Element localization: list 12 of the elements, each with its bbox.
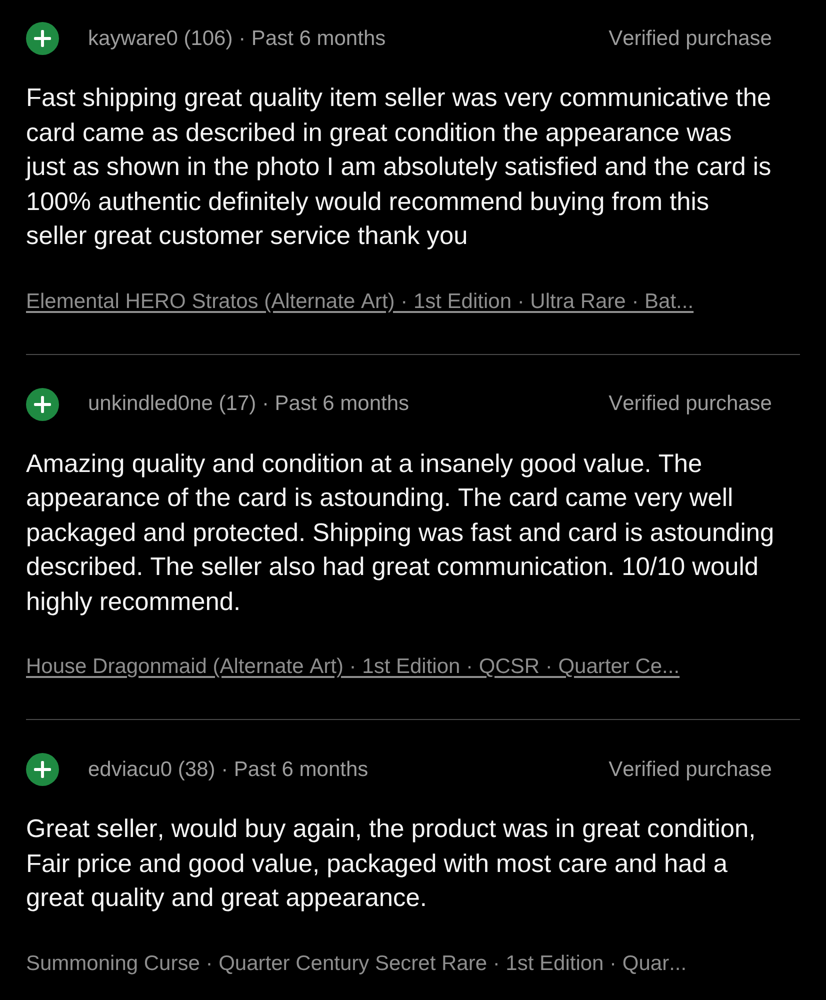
review-text: Amazing quality and condition at a insanely good value. The appearance of the card is astounding. The card came very well packaged and protected. Shipping was fast and card is astounding described. The seller also had great communication. 10/10 would highly recommend. [26,448,776,618]
reviewer-info: edviacu0 (38) · Past 6 months [88,758,370,782]
item-link[interactable]: House Dragonmaid (Alternate Art) · 1st Edition · QCSR · Quarter Ce... [26,654,680,680]
reviewer-info: kayware0 (106) · Past 6 months [88,26,387,50]
verified-purchase-label: Verified purchase [608,392,772,416]
verified-purchase-label: Verified purchase [608,758,772,782]
review-text: Great seller, would buy again, the product was in great condition, Fair price and good value, packaged with most care and had a great quality and great appearance. [26,814,757,914]
review-text: Fast shipping great quality item seller was very communicative the card came as described in great condition the appearance was just as shown in the photo I am absolutely satisfied and the card is 100% authentic definitely would recommend buying from this seller great customer service thank you [26,83,772,252]
item-description: Summoning Curse · Quarter Century Secret Rare · 1st Edition · Quar... [26,950,687,976]
reviewer-info: unkindled0ne (17) · Past 6 months [88,392,410,416]
item-link[interactable]: Elemental HERO Stratos (Alternate Art) · 1st Edition · Ultra Rare · Bat... [26,288,694,314]
verified-purchase-label: Verified purchase [608,26,772,50]
